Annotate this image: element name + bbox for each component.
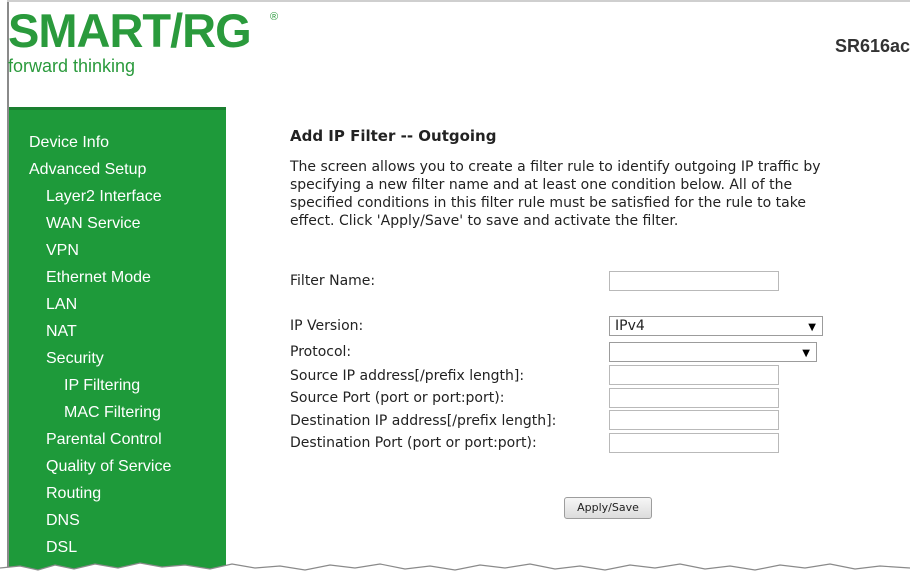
sidebar-item-dns[interactable]: DNS bbox=[9, 507, 226, 534]
filter-name-input[interactable] bbox=[609, 271, 779, 291]
filter-name-label: Filter Name: bbox=[290, 273, 376, 289]
sidebar-item-vpn[interactable]: VPN bbox=[9, 237, 226, 264]
registered-mark: ® bbox=[270, 11, 279, 23]
ip-version-label: IP Version: bbox=[290, 318, 364, 334]
sidebar-item-nat[interactable]: NAT bbox=[9, 318, 226, 345]
sidebar-item-advanced-setup[interactable]: Advanced Setup bbox=[9, 156, 226, 183]
window-frame-top bbox=[7, 0, 910, 2]
page-description: The screen allows you to create a filter… bbox=[290, 158, 910, 230]
chevron-down-icon: ▼ bbox=[802, 348, 810, 359]
source-ip-label: Source IP address[/prefix length]: bbox=[290, 368, 525, 384]
source-port-label: Source Port (port or port:port): bbox=[290, 390, 505, 406]
dest-ip-input[interactable] bbox=[609, 410, 779, 430]
dest-port-input[interactable] bbox=[609, 433, 779, 453]
sidebar-item-device-info[interactable]: Device Info bbox=[9, 129, 226, 156]
sidebar-item-security[interactable]: Security bbox=[9, 345, 226, 372]
sidebar-item-wan-service[interactable]: WAN Service bbox=[9, 210, 226, 237]
sidebar-item-mac-filtering[interactable]: MAC Filtering bbox=[9, 399, 226, 426]
ip-version-value: IPv4 bbox=[615, 318, 645, 334]
torn-edge-decoration bbox=[0, 562, 910, 582]
sidebar-item-routing[interactable]: Routing bbox=[9, 480, 226, 507]
sidebar-item-parental-control[interactable]: Parental Control bbox=[9, 426, 226, 453]
dest-ip-label: Destination IP address[/prefix length]: bbox=[290, 413, 557, 429]
main-content: Add IP Filter -- Outgoing The screen all… bbox=[290, 126, 910, 230]
brand-logo: SMART/RG bbox=[8, 4, 252, 57]
sidebar-item-lan[interactable]: LAN bbox=[9, 291, 226, 318]
ip-version-select[interactable]: IPv4 ▼ bbox=[609, 316, 823, 336]
sidebar-item-quality-of-service[interactable]: Quality of Service bbox=[9, 453, 226, 480]
description-line: The screen allows you to create a filter… bbox=[290, 159, 821, 175]
dest-port-label: Destination Port (port or port:port): bbox=[290, 435, 537, 451]
chevron-down-icon: ▼ bbox=[808, 322, 816, 333]
source-port-input[interactable] bbox=[609, 388, 779, 408]
page-title: Add IP Filter -- Outgoing bbox=[290, 127, 497, 145]
sidebar-item-layer2-interface[interactable]: Layer2 Interface bbox=[9, 183, 226, 210]
apply-save-button[interactable]: Apply/Save bbox=[564, 497, 652, 519]
sidebar-item-ethernet-mode[interactable]: Ethernet Mode bbox=[9, 264, 226, 291]
brand-tagline: forward thinking bbox=[8, 56, 136, 76]
protocol-label: Protocol: bbox=[290, 344, 352, 360]
sidebar-nav: Device Info Advanced Setup Layer2 Interf… bbox=[9, 107, 226, 582]
source-ip-input[interactable] bbox=[609, 365, 779, 385]
sidebar-item-ip-filtering[interactable]: IP Filtering bbox=[9, 372, 226, 399]
description-line: effect. Click 'Apply/Save' to save and a… bbox=[290, 213, 679, 229]
model-name: SR616ac bbox=[834, 36, 910, 56]
protocol-select[interactable]: ▼ bbox=[609, 342, 817, 362]
description-line: specifying a new filter name and at leas… bbox=[290, 177, 793, 193]
description-line: specified conditions in this filter rule… bbox=[290, 195, 806, 211]
